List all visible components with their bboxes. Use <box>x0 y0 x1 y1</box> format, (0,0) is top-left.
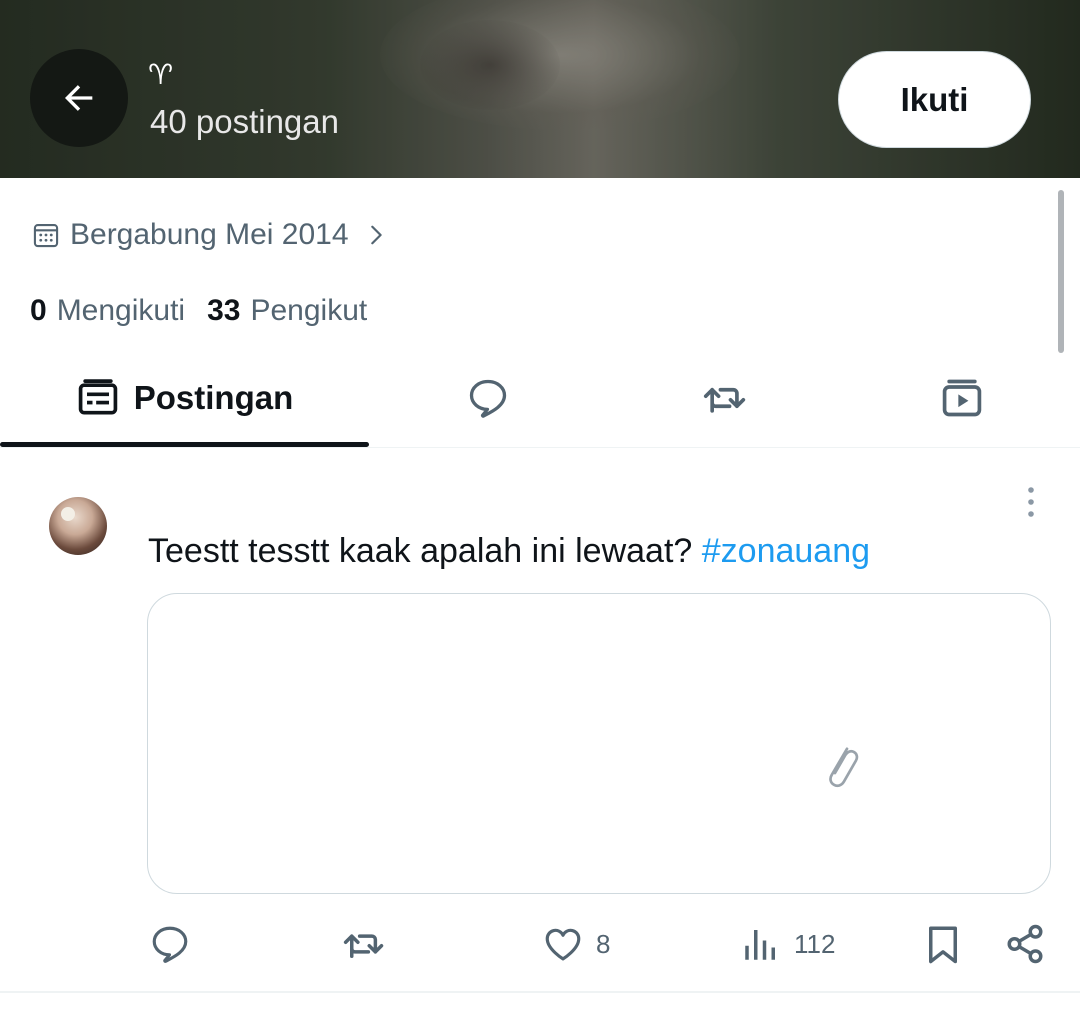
posts-count: 40 postingan <box>150 103 339 140</box>
follow-button[interactable]: Ikuti <box>838 51 1031 148</box>
replies-icon <box>469 379 506 418</box>
bookmark-button[interactable] <box>922 918 964 970</box>
more-options-icon[interactable] <box>1020 484 1042 520</box>
post-text: Teestt tesstt kaak apalah ini lewaat? #z… <box>148 532 870 571</box>
posts-icon <box>78 379 117 415</box>
bookmark-icon <box>929 926 957 964</box>
back-button[interactable] <box>30 49 128 147</box>
tab-reposts[interactable] <box>606 350 843 446</box>
tab-replies[interactable] <box>369 350 606 446</box>
following-link[interactable]: 0 Mengikuti <box>30 294 185 328</box>
tab-posts-label: Postingan <box>133 379 294 416</box>
reply-button[interactable] <box>149 918 191 970</box>
views-button[interactable]: 112 <box>740 918 835 970</box>
avatar[interactable] <box>49 497 107 555</box>
following-count: 0 <box>30 294 47 327</box>
profile-header-banner: ♈ 40 postingan Ikuti <box>0 0 1080 178</box>
followers-link[interactable]: 33 Pengikut <box>207 294 367 328</box>
paperclip-icon <box>829 747 859 788</box>
tab-media[interactable] <box>843 350 1080 446</box>
joined-date[interactable]: Bergabung Mei 2014 <box>32 218 387 252</box>
like-count: 8 <box>596 928 611 959</box>
views-count: 112 <box>794 928 836 959</box>
follow-stats: 0 Mengikuti 33 Pengikut <box>30 294 389 328</box>
heart-icon <box>545 928 581 961</box>
following-label: Mengikuti <box>56 294 186 327</box>
active-tab-indicator <box>0 442 369 447</box>
followers-label: Pengikut <box>250 294 368 327</box>
arrow-left-icon <box>65 85 93 111</box>
post-actions: 8 112 <box>0 918 1080 970</box>
post-body: Teestt tesstt kaak apalah ini lewaat? <box>148 532 702 570</box>
reposts-icon <box>703 387 745 413</box>
media-icon <box>942 379 981 417</box>
repost-icon <box>343 934 384 958</box>
chevron-right-icon <box>370 225 382 245</box>
hashtag-link[interactable]: #zonauang <box>702 532 870 570</box>
profile-display-name: ♈ <box>148 58 174 91</box>
calendar-icon <box>33 224 59 248</box>
reply-icon <box>152 926 188 963</box>
profile-tabs: Postingan <box>0 350 1080 448</box>
tab-posts[interactable]: Postingan <box>0 350 369 447</box>
post-divider <box>0 991 1080 993</box>
views-icon <box>745 930 775 960</box>
followers-count: 33 <box>207 294 241 327</box>
share-icon <box>1007 924 1043 964</box>
attachment-card[interactable] <box>147 593 1051 894</box>
like-button[interactable]: 8 <box>542 918 610 970</box>
share-button[interactable] <box>1004 918 1046 970</box>
repost-button[interactable] <box>343 918 385 970</box>
scrollbar[interactable] <box>1058 190 1064 353</box>
joined-label: Bergabung Mei 2014 <box>70 218 349 251</box>
